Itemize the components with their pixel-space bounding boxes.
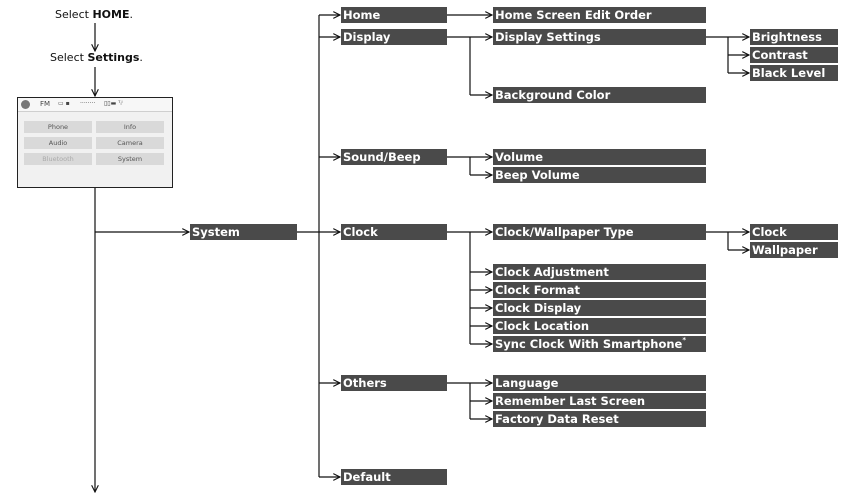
home-button-bluetooth: Bluetooth bbox=[24, 153, 92, 165]
menu-clock-wallpaper-type[interactable]: Clock/Wallpaper Type bbox=[493, 224, 706, 240]
menu-clock-type[interactable]: Clock bbox=[750, 224, 838, 240]
menu-clock-format[interactable]: Clock Format bbox=[493, 282, 706, 298]
menu-display-settings[interactable]: Display Settings bbox=[493, 29, 706, 45]
menu-wallpaper-type[interactable]: Wallpaper bbox=[750, 242, 838, 258]
menu-clock-adjustment[interactable]: Clock Adjustment bbox=[493, 264, 706, 280]
instruction-select-settings: Select Settings. bbox=[50, 51, 143, 64]
menu-others[interactable]: Others bbox=[341, 375, 447, 391]
connector-lines bbox=[0, 0, 851, 501]
instruction-select-home: Select HOME. bbox=[55, 8, 133, 21]
status-bar: FM ▭ ▪ ········ ▯▯▬ ᵀᵢˡ bbox=[18, 98, 172, 112]
settings-gear-icon[interactable] bbox=[21, 100, 30, 109]
home-screen-thumbnail: FM ▭ ▪ ········ ▯▯▬ ᵀᵢˡ Phone Info Audio… bbox=[17, 97, 173, 188]
menu-remember-last-screen[interactable]: Remember Last Screen bbox=[493, 393, 706, 409]
menu-language[interactable]: Language bbox=[493, 375, 706, 391]
home-button-info[interactable]: Info bbox=[96, 121, 164, 133]
signal-icon: ▯▯▬ ᵀᵢˡ bbox=[104, 100, 123, 107]
settings-keyword: Settings bbox=[87, 51, 140, 64]
menu-clock-location[interactable]: Clock Location bbox=[493, 318, 706, 334]
menu-background-color[interactable]: Background Color bbox=[493, 87, 706, 103]
menu-home-screen-edit-order[interactable]: Home Screen Edit Order bbox=[493, 7, 706, 23]
menu-home[interactable]: Home bbox=[341, 7, 447, 23]
menu-black-level[interactable]: Black Level bbox=[750, 65, 838, 81]
menu-sync-clock-with-smartphone[interactable]: Sync Clock With Smartphone* bbox=[493, 336, 706, 352]
audio-source: FM bbox=[40, 100, 51, 108]
footnote-marker: * bbox=[682, 336, 687, 344]
menu-sync-clock-label: Sync Clock With Smartphone bbox=[495, 337, 683, 351]
menu-volume[interactable]: Volume bbox=[493, 149, 706, 165]
menu-clock[interactable]: Clock bbox=[341, 224, 447, 240]
home-keyword: HOME bbox=[92, 8, 130, 21]
menu-display[interactable]: Display bbox=[341, 29, 447, 45]
menu-sound-beep[interactable]: Sound/Beep bbox=[341, 149, 447, 165]
home-button-system[interactable]: System bbox=[96, 153, 164, 165]
status-indicator: ▭ ▪ bbox=[58, 100, 70, 107]
status-indicator: ········ bbox=[80, 100, 96, 107]
menu-beep-volume[interactable]: Beep Volume bbox=[493, 167, 706, 183]
menu-contrast[interactable]: Contrast bbox=[750, 47, 838, 63]
home-button-camera[interactable]: Camera bbox=[96, 137, 164, 149]
menu-clock-display[interactable]: Clock Display bbox=[493, 300, 706, 316]
menu-factory-data-reset[interactable]: Factory Data Reset bbox=[493, 411, 706, 427]
home-button-audio[interactable]: Audio bbox=[24, 137, 92, 149]
menu-brightness[interactable]: Brightness bbox=[750, 29, 838, 45]
menu-default[interactable]: Default bbox=[341, 469, 447, 485]
menu-system[interactable]: System bbox=[190, 224, 297, 240]
home-button-phone[interactable]: Phone bbox=[24, 121, 92, 133]
